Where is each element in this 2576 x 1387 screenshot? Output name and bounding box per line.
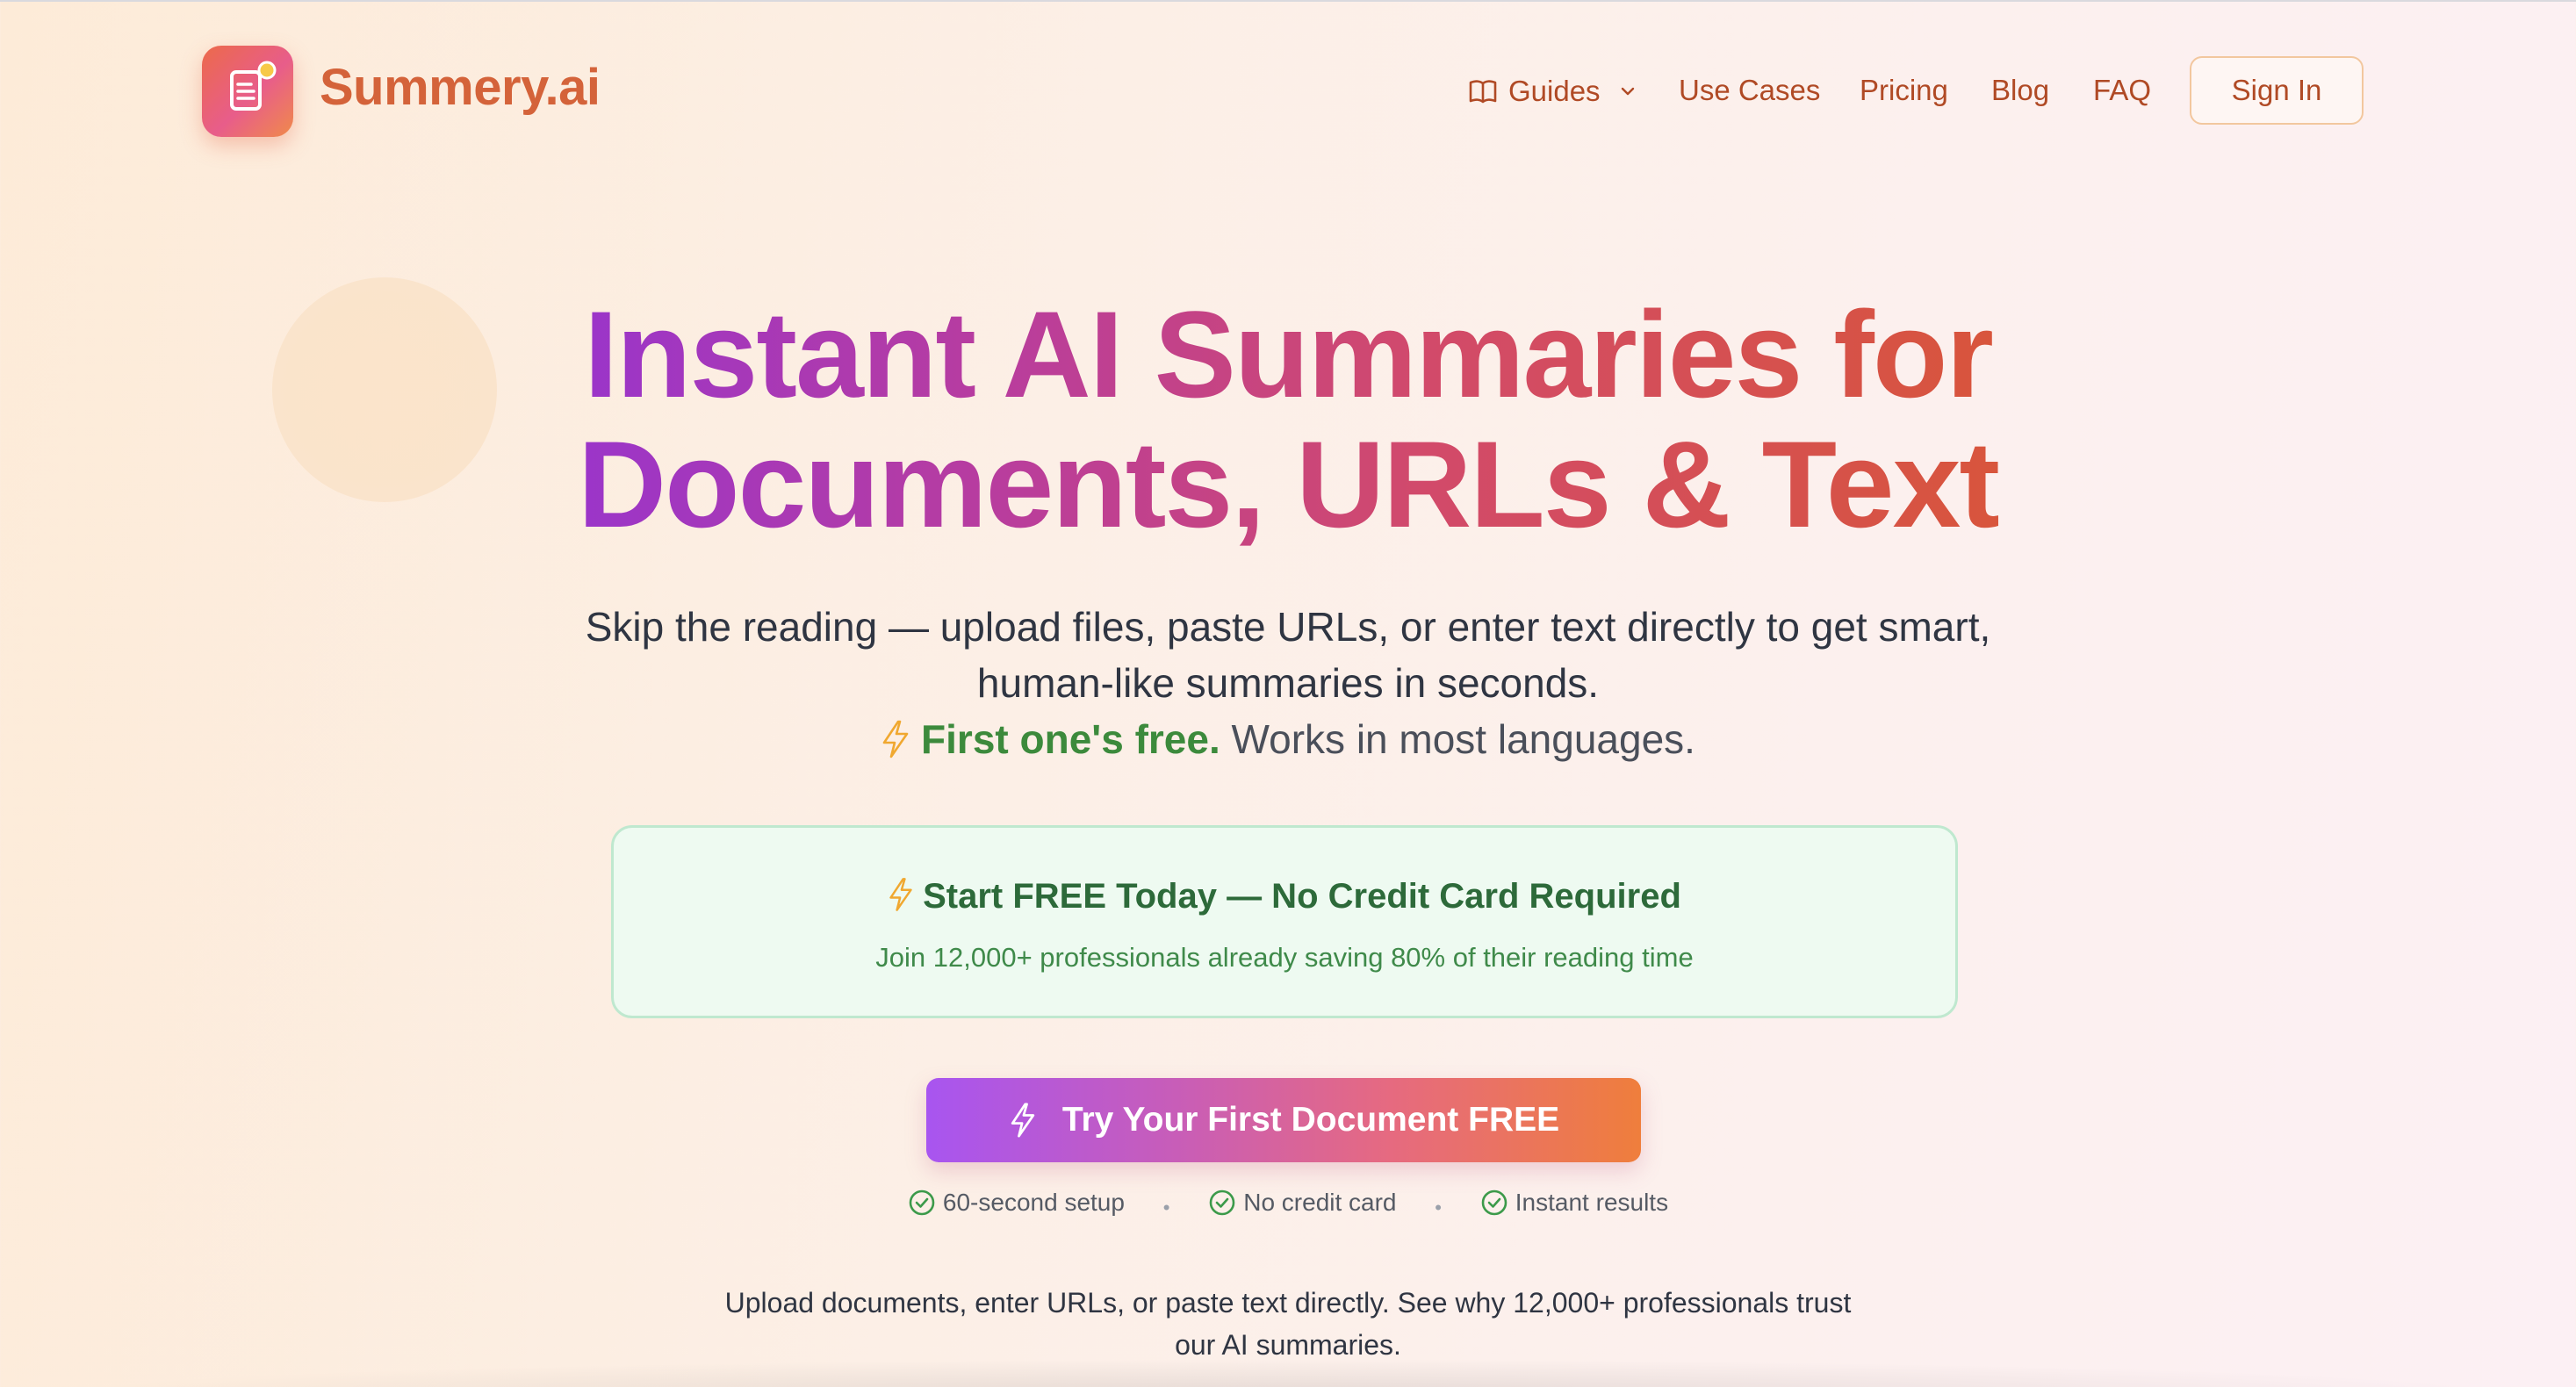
promo-title: Start FREE Today — No Credit Card Requir…	[614, 877, 1955, 916]
free-promo-box: Start FREE Today — No Credit Card Requir…	[611, 825, 1958, 1018]
free-rest-text: Works in most languages.	[1231, 716, 1695, 762]
hero-title-line1: Instant AI Summaries for	[584, 285, 1994, 423]
lightning-icon	[882, 720, 909, 758]
nav-guides-label: Guides	[1508, 75, 1601, 107]
promo-title-text: Start FREE Today — No Credit Card Requir…	[923, 877, 1681, 916]
free-strong-text: First one's free.	[921, 716, 1220, 762]
document-icon	[230, 61, 277, 111]
hero-subtitle: Skip the reading — upload files, paste U…	[0, 599, 2576, 711]
free-tagline: First one's free. Works in most language…	[0, 711, 2576, 767]
logo[interactable]	[202, 46, 293, 137]
try-free-button[interactable]: Try Your First Document FREE	[926, 1078, 1641, 1162]
check-circle-icon	[909, 1189, 935, 1216]
lightning-icon	[1008, 1103, 1038, 1138]
check-item: Instant results	[1480, 1189, 1668, 1217]
separator-dot: •	[1162, 1197, 1170, 1218]
hero-subtitle-line1: Skip the reading — upload files, paste U…	[585, 604, 1991, 650]
nav-blog[interactable]: Blog	[1991, 74, 2049, 107]
try-free-button-label: Try Your First Document FREE	[1061, 1101, 1560, 1139]
check-item: No credit card	[1208, 1189, 1397, 1217]
check-circle-icon	[1209, 1189, 1235, 1216]
bottom-line1: Upload documents, enter URLs, or paste t…	[724, 1287, 1852, 1319]
check-label: No credit card	[1243, 1189, 1397, 1216]
hero-title: Instant AI Summaries for Documents, URLs…	[0, 290, 2576, 550]
check-label: 60-second setup	[942, 1189, 1125, 1216]
bottom-line2: our AI summaries.	[1175, 1329, 1401, 1361]
check-label: Instant results	[1515, 1189, 1669, 1216]
book-icon	[1469, 80, 1497, 104]
bottom-description: Upload documents, enter URLs, or paste t…	[0, 1282, 2576, 1366]
promo-subtitle: Join 12,000+ professionals already savin…	[875, 942, 1694, 973]
brand-name[interactable]: Summery.ai	[320, 58, 601, 117]
nav-guides[interactable]: Guides	[1468, 72, 1637, 111]
section-shadow	[53, 1359, 2523, 1387]
hero-title-line2: Documents, URLs & Text	[577, 415, 2000, 553]
chevron-down-icon	[1621, 87, 1634, 96]
lightning-icon	[889, 878, 912, 911]
site-header: Summery.ai Guides Use Cases Pricing Blog…	[0, 0, 2576, 184]
separator-dot: •	[1435, 1197, 1442, 1218]
feature-checks: 60-second setup • No credit card • Insta…	[0, 1189, 2576, 1223]
hero-subtitle-line2: human-like summaries in seconds.	[976, 660, 1600, 706]
check-item: 60-second setup	[908, 1189, 1125, 1217]
nav-faq[interactable]: FAQ	[2093, 74, 2151, 107]
nav-use-cases[interactable]: Use Cases	[1679, 74, 1820, 107]
nav-pricing[interactable]: Pricing	[1860, 74, 1948, 107]
check-circle-icon	[1481, 1189, 1507, 1216]
sign-in-button[interactable]: Sign In	[2190, 56, 2364, 125]
